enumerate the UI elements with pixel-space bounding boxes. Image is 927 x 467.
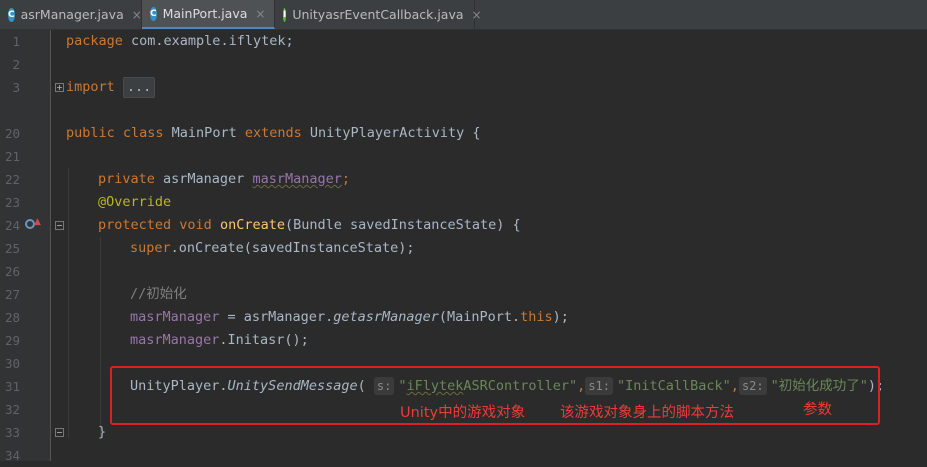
line-number: 23 (4, 195, 20, 210)
field-name: masrManager (252, 171, 342, 187)
keyword: this (520, 309, 553, 325)
line-number: 27 (4, 287, 20, 302)
arrow-up-icon: ▲ (34, 217, 41, 227)
code-text: protected void onCreate(Bundle savedInst… (98, 217, 521, 233)
line-number: 29 (4, 333, 20, 348)
code-line: 2 (0, 53, 927, 76)
keyword: import (66, 79, 115, 95)
line-number: 21 (4, 149, 20, 164)
string-literal: "iFlytekASRController" (398, 378, 578, 394)
tab-label: UnityasrEventCallback.java (292, 7, 464, 22)
code-text: package com.example.iflytek; (66, 30, 294, 53)
code-text: super.onCreate(savedInstanceState); (130, 240, 415, 256)
method-name: onCreate (219, 217, 285, 233)
annotation-param: 参数 (803, 402, 832, 418)
editor-tab-bar: C asrManager.java × C MainPort.java × I … (0, 0, 927, 30)
code-line: 28 masrManager = asrManager.getasrManage… (0, 306, 927, 329)
code-line: 26 (0, 260, 927, 283)
code-text: public class MainPort extends UnityPlaye… (66, 125, 481, 141)
comment: //初始化 (130, 286, 187, 302)
close-icon[interactable]: × (255, 7, 265, 21)
tab-label: asrManager.java (20, 7, 124, 22)
tab-unityasreventcallback[interactable]: I UnityasrEventCallback.java × (275, 0, 482, 29)
annotation-game-object: Unity中的游戏对象 (400, 405, 526, 421)
fold-collapse-icon[interactable] (55, 428, 64, 437)
keyword: extends (244, 125, 302, 141)
code-line: 23 @Override (0, 191, 927, 214)
code-line: 29 masrManager.Initasr(); (0, 329, 927, 352)
keyword: package (66, 33, 123, 49)
code-line: 30 (0, 352, 927, 375)
field-name: masrManager (130, 309, 220, 325)
code-line: 34 (0, 444, 927, 467)
param-hint-s1: s1: (585, 377, 613, 395)
code-editor[interactable]: 1 package com.example.iflytek; 2 3 impor… (0, 30, 927, 463)
close-icon[interactable]: × (472, 8, 482, 22)
line-number: 22 (4, 172, 20, 187)
line-number: 3 (12, 80, 20, 95)
code-line: 25 super.onCreate(savedInstanceState); (0, 237, 927, 260)
code-text: @Override (98, 191, 171, 214)
method-call: getasrManager (333, 309, 439, 325)
field-name: masrManager (130, 332, 220, 348)
line-number: 31 (4, 379, 20, 394)
line-number: 20 (4, 126, 20, 141)
string-literal: "InitCallBack" (617, 378, 731, 394)
tab-label: MainPort.java (162, 6, 248, 21)
folded-imports[interactable]: ... (122, 77, 156, 98)
line-number: 30 (4, 356, 20, 371)
param-hint-s2: s2: (738, 377, 767, 395)
package-name: com.example.iflytek; (122, 33, 294, 49)
tab-mainport[interactable]: C MainPort.java × (142, 0, 275, 29)
line-number: 28 (4, 310, 20, 325)
code-line: 33 } (0, 421, 927, 444)
line-number: 34 (4, 448, 20, 463)
keyword: public class (66, 125, 164, 141)
fold-expand-icon[interactable] (55, 83, 64, 92)
string-literal: "初始化成功了" (770, 378, 868, 394)
line-number: 26 (4, 264, 20, 279)
code-line: 3 import ... (0, 76, 927, 99)
code-text: } (98, 424, 107, 440)
code-line: 20 public class MainPort extends UnityPl… (0, 122, 927, 145)
keyword: protected void (98, 217, 212, 233)
code-line: 21 (0, 145, 927, 168)
code-text: import ... (66, 76, 156, 99)
line-number: 25 (4, 241, 20, 256)
close-icon[interactable]: × (132, 8, 142, 22)
line-number: 32 (4, 402, 20, 417)
code-text: masrManager = asrManager.getasrManager(M… (130, 309, 569, 325)
code-line: 27 //初始化 (0, 283, 927, 306)
code-line: 1 package com.example.iflytek; (0, 30, 927, 53)
class-icon: C (8, 7, 15, 22)
line-number: 1 (12, 34, 20, 49)
code-text: masrManager.Initasr(); (130, 332, 309, 348)
interface-icon: I (283, 7, 287, 22)
fold-collapse-icon[interactable] (55, 221, 64, 230)
tab-asrmanager[interactable]: C asrManager.java × (0, 0, 142, 29)
code-line: 22 private asrManager masrManager; (0, 168, 927, 191)
line-number: 2 (12, 57, 20, 72)
code-line: 31 UnityPlayer.UnitySendMessage( s: "iFly… (0, 375, 927, 398)
class-icon: C (150, 6, 157, 21)
code-text: private asrManager masrManager; (98, 171, 350, 187)
keyword: super (130, 240, 171, 256)
code-text: UnityPlayer.UnitySendMessage( s: "iFlytek… (130, 377, 885, 395)
line-number: 33 (4, 425, 20, 440)
method-call: UnitySendMessage (227, 378, 358, 394)
annotation: @Override (98, 194, 172, 210)
keyword: private (98, 171, 155, 187)
param-hint-s: s: (373, 377, 395, 395)
line-number: 24 (4, 218, 20, 233)
code-text: //初始化 (130, 283, 187, 306)
code-line: 24 ▲ protected void onCreate(Bundle save… (0, 214, 927, 237)
annotation-script-method: 该游戏对象身上的脚本方法 (560, 405, 734, 421)
